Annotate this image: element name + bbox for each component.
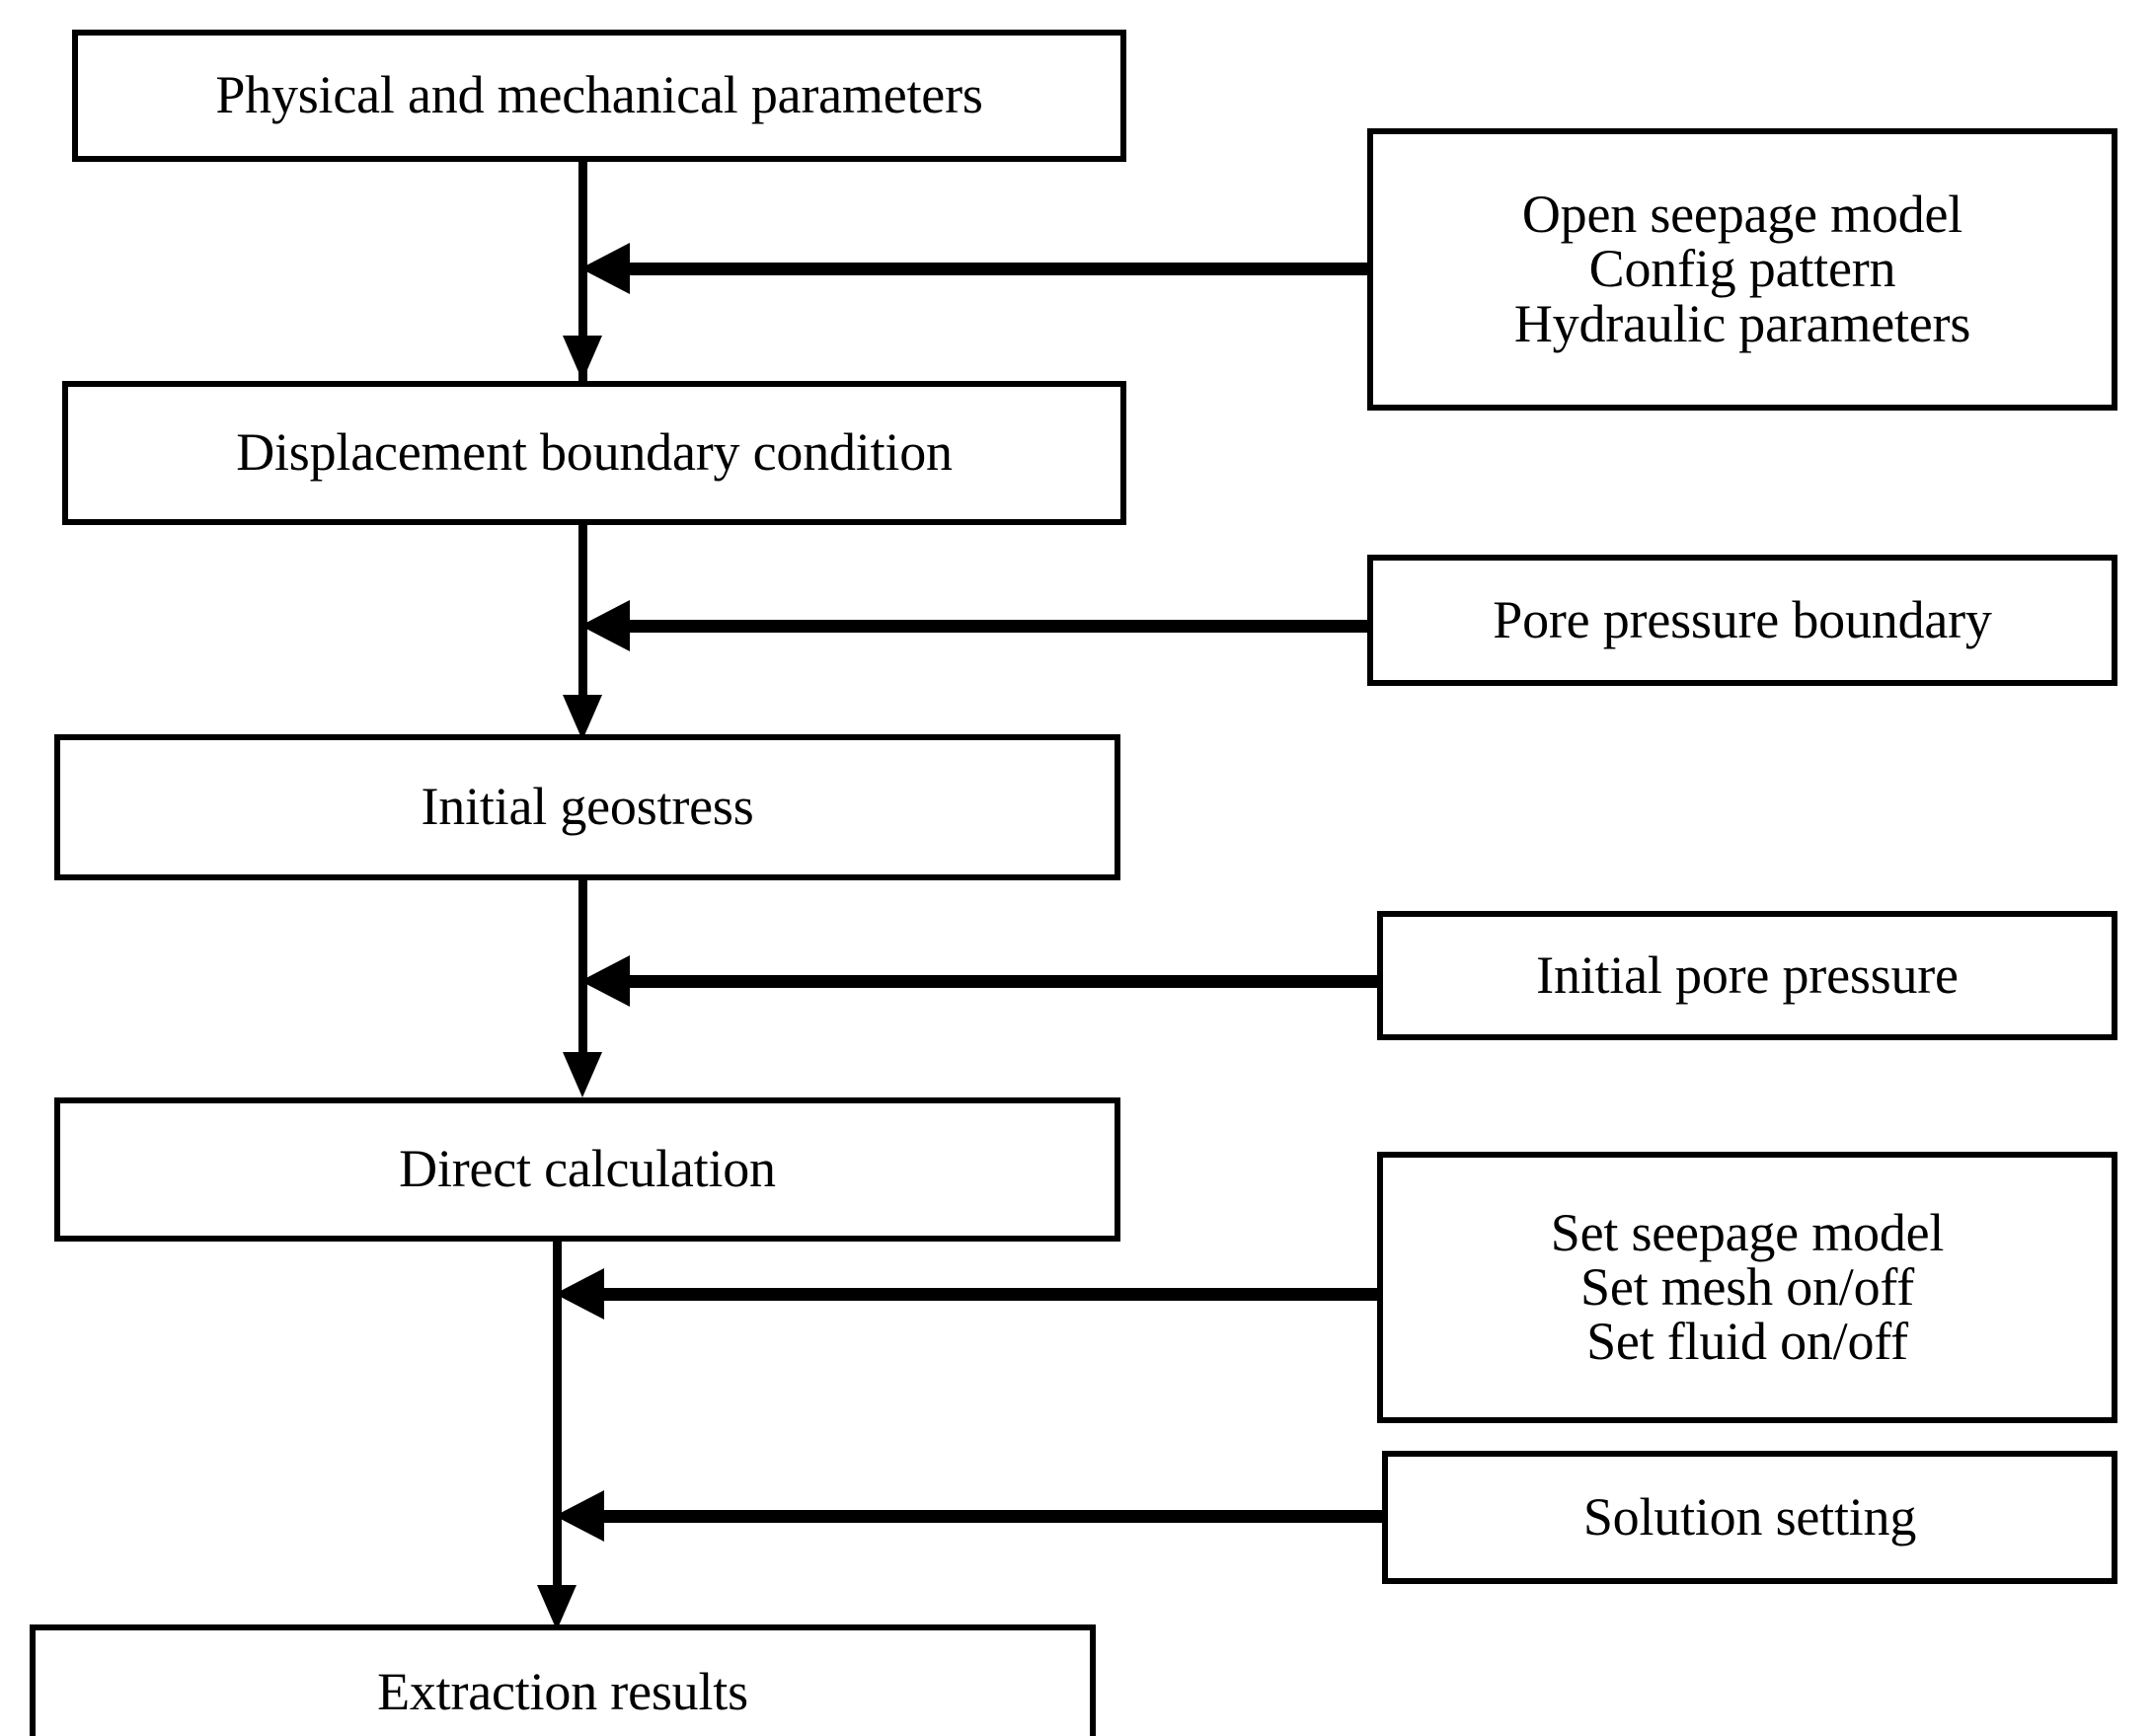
node-label-line: Initial pore pressure xyxy=(1536,944,1959,1005)
connector-arrowhead-1 xyxy=(563,336,602,381)
node-pore-pressure-boundary: Pore pressure boundary xyxy=(1367,555,2117,686)
connector-arrowhead-b xyxy=(580,600,630,651)
flowchart-canvas: Physical and mechanical parameters Open … xyxy=(0,0,2154,1736)
node-label-line: Extraction results xyxy=(377,1662,748,1722)
connector-hline-b xyxy=(612,620,1367,633)
node-label-line: Set mesh on/off xyxy=(1580,1256,1914,1317)
node-initial-pore-pressure: Initial pore pressure xyxy=(1377,911,2117,1040)
node-label-line: Hydraulic parameters xyxy=(1513,293,1971,353)
node-open-seepage-model: Open seepage model Config pattern Hydrau… xyxy=(1367,128,2117,411)
node-label-line: Set seepage model xyxy=(1550,1202,1945,1262)
node-solution-setting: Solution setting xyxy=(1382,1451,2117,1584)
connector-arrowhead-a xyxy=(580,243,630,294)
node-label-line: Physical and mechanical parameters xyxy=(215,65,983,125)
node-displacement-boundary-condition: Displacement boundary condition xyxy=(62,381,1126,525)
node-label-line: Displacement boundary condition xyxy=(236,422,953,483)
node-extraction-results: Extraction results xyxy=(30,1624,1096,1736)
connector-hline-c xyxy=(612,975,1377,988)
node-label-line: Solution setting xyxy=(1582,1486,1917,1547)
node-label-line: Direct calculation xyxy=(399,1139,776,1199)
node-direct-calculation: Direct calculation xyxy=(54,1097,1120,1242)
node-label-line: Open seepage model xyxy=(1521,185,1963,245)
connector-hline-d xyxy=(587,1288,1377,1301)
connector-arrowhead-c xyxy=(580,955,630,1007)
connector-arrowhead-d xyxy=(555,1268,604,1320)
node-label-line: Pore pressure boundary xyxy=(1493,589,1992,649)
connector-hline-a xyxy=(612,263,1367,275)
node-set-seepage-model: Set seepage model Set mesh on/off Set fl… xyxy=(1377,1152,2117,1423)
node-initial-geostress: Initial geostress xyxy=(54,734,1120,880)
node-label-line: Set fluid on/off xyxy=(1586,1312,1908,1372)
node-label-line: Config pattern xyxy=(1588,239,1896,299)
node-label-line: Initial geostress xyxy=(421,777,754,837)
connector-arrowhead-e xyxy=(555,1490,604,1542)
node-physical-mechanical-parameters: Physical and mechanical parameters xyxy=(72,30,1126,162)
connector-arrowhead-3 xyxy=(563,1052,602,1097)
connector-hline-e xyxy=(587,1510,1382,1523)
